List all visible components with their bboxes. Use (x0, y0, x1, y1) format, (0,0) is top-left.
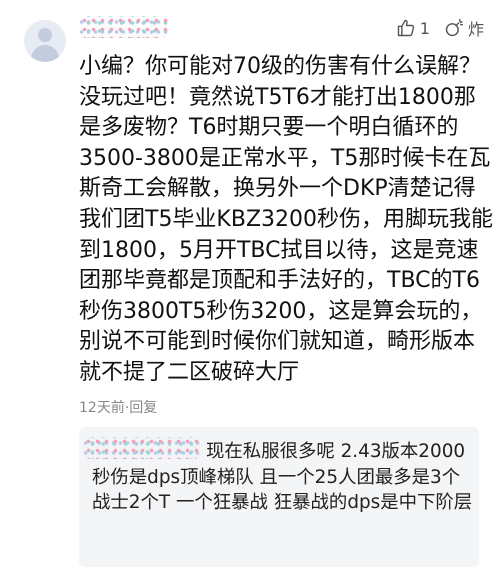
like-count: 1 (419, 18, 430, 38)
username-blurred[interactable] (80, 16, 168, 38)
bomb-icon (445, 18, 464, 37)
avatar-body-shape (31, 45, 59, 62)
reply-username-blurred[interactable] (84, 437, 200, 459)
bomb-button[interactable]: 炸 (444, 16, 484, 40)
like-button[interactable]: 1 (396, 18, 430, 38)
avatar-head-shape (38, 28, 52, 42)
avatar[interactable] (24, 20, 66, 62)
bomb-label: 炸 (467, 20, 484, 39)
reply-button[interactable]: 回复 (129, 400, 157, 416)
comment-actions: 1 炸 (382, 16, 484, 40)
thumb-up-icon (397, 19, 414, 37)
comment-body: 小编？你可能对70级的伤害有什么误解？没玩过吧！竟然说T5T6才能打出1800那… (79, 54, 494, 385)
comment-time: 12天前 (79, 400, 125, 416)
comment-meta: 12天前·回复 (79, 397, 157, 417)
